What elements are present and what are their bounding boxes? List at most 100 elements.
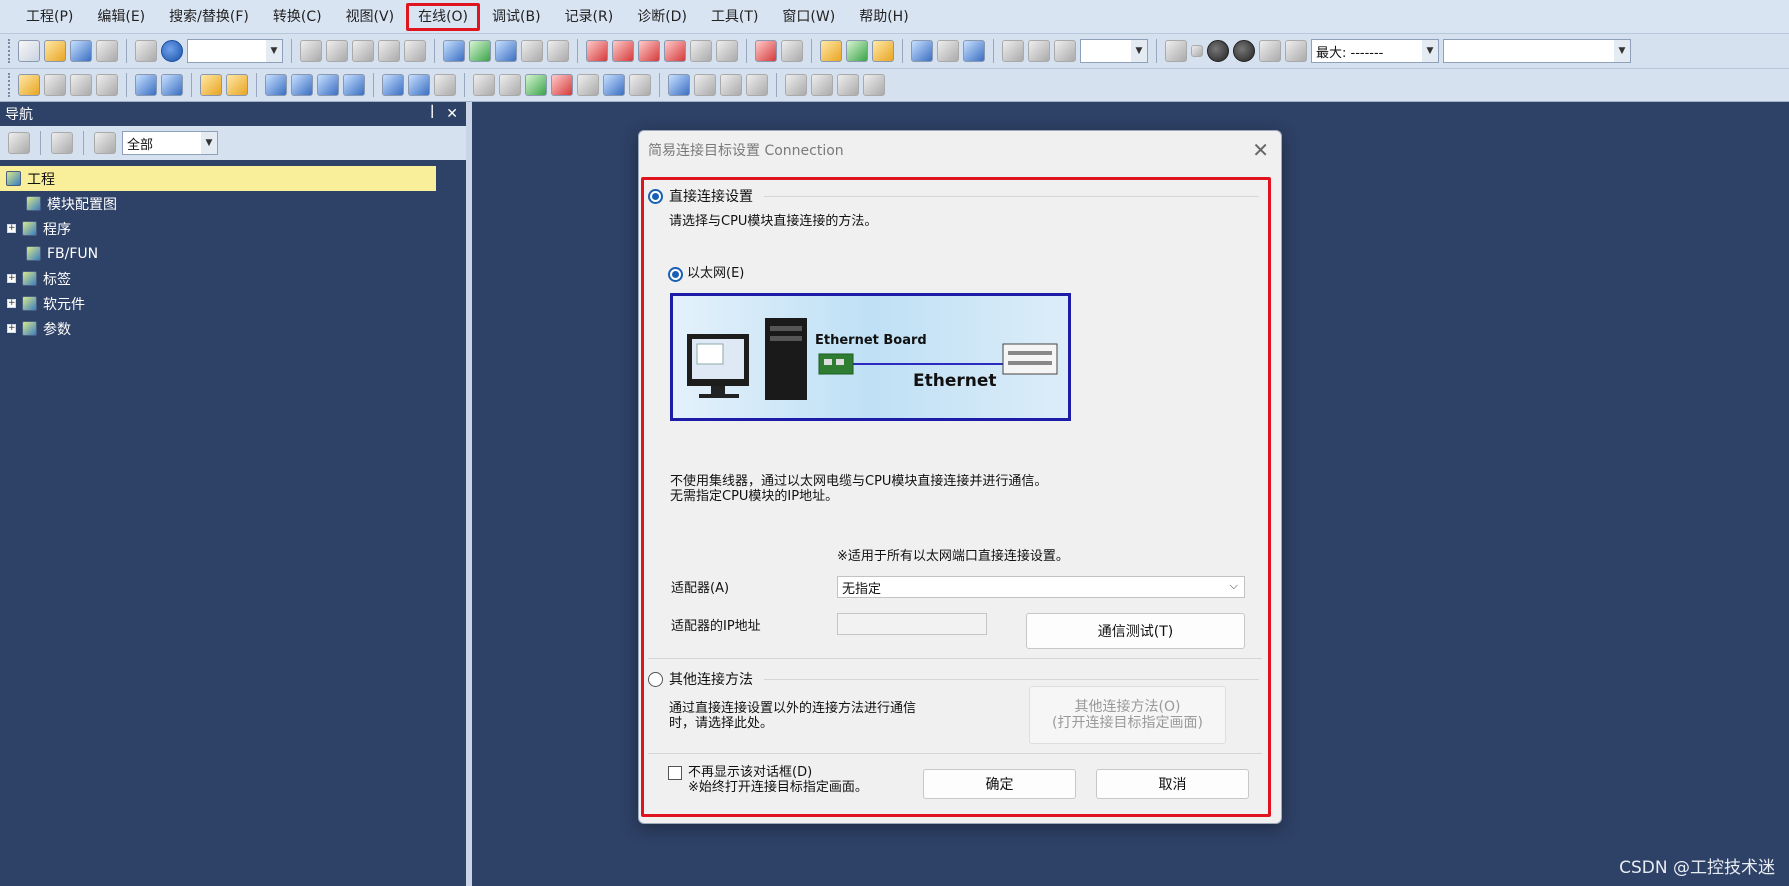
window-batch-icon[interactable] — [720, 74, 742, 96]
tree-item-project[interactable]: 工程 — [0, 166, 436, 191]
toolbar-grip[interactable] — [8, 39, 12, 63]
adapter-select[interactable]: 无指定 ⌵ — [837, 576, 1245, 598]
window-cascade-icon[interactable] — [937, 40, 959, 62]
chevron-down-icon[interactable]: ▼ — [1422, 40, 1438, 62]
read-from-plc-icon[interactable] — [612, 40, 634, 62]
stop-icon[interactable] — [1191, 45, 1203, 57]
check-mark-icon[interactable] — [525, 74, 547, 96]
tree-item-program[interactable]: + 程序 — [0, 216, 466, 241]
window-register-icon[interactable] — [746, 74, 768, 96]
write-to-plc-icon[interactable] — [586, 40, 608, 62]
expand-icon[interactable]: + — [7, 274, 16, 283]
tree-item-labels[interactable]: + 标签 — [0, 266, 466, 291]
project-tree-icon[interactable] — [18, 74, 40, 96]
document-icon[interactable] — [434, 74, 456, 96]
paste-format-icon[interactable] — [135, 40, 157, 62]
navigation-filter-combo[interactable]: 全部 ▼ — [122, 131, 218, 155]
tree-item-parameters[interactable]: + 参数 — [0, 316, 466, 341]
help-search-combo[interactable]: ▼ — [187, 39, 283, 63]
menu-edit[interactable]: 编辑(E) — [85, 3, 157, 31]
window-tile-icon[interactable] — [911, 40, 933, 62]
communication-test-button[interactable]: 通信测试(T) — [1026, 613, 1245, 649]
new-file-icon[interactable] — [18, 40, 40, 62]
chevron-down-icon[interactable]: ▼ — [266, 40, 282, 62]
expand-icon[interactable]: + — [7, 324, 16, 333]
note-icon[interactable] — [872, 40, 894, 62]
no-show-checkbox[interactable]: 不再显示该对话框(D) — [668, 765, 812, 781]
verify-icon[interactable] — [638, 40, 660, 62]
close-icon[interactable]: ✕ — [446, 106, 458, 122]
print-icon[interactable] — [96, 40, 118, 62]
step-run-icon[interactable] — [1259, 40, 1281, 62]
chevron-down-icon[interactable]: ⌵ — [1230, 579, 1238, 593]
expand-icon[interactable]: + — [7, 224, 16, 233]
help-icon[interactable] — [161, 40, 183, 62]
program-icon[interactable] — [44, 74, 66, 96]
close-icon[interactable]: ✕ — [1252, 138, 1269, 162]
monitor-stop-icon[interactable] — [716, 40, 738, 62]
menu-project[interactable]: 工程(P) — [14, 3, 85, 31]
gear-icon[interactable] — [94, 132, 116, 154]
max-scan-combo[interactable]: 最大: ------- ▼ — [1311, 39, 1439, 63]
save-icon[interactable] — [70, 40, 92, 62]
menu-tools[interactable]: 工具(T) — [699, 3, 770, 31]
parameter-edit-icon[interactable] — [473, 74, 495, 96]
dev-edit-icon[interactable] — [291, 74, 313, 96]
ok-button[interactable]: 确定 — [923, 769, 1076, 799]
cancel-button[interactable]: 取消 — [1096, 769, 1249, 799]
check-icon[interactable] — [1207, 40, 1229, 62]
dev-list-icon[interactable] — [317, 74, 339, 96]
other-connection-radio[interactable]: 其他连接方法 — [648, 669, 753, 689]
parameter-icon[interactable] — [70, 74, 92, 96]
scan-selector-combo[interactable]: ▼ — [1443, 39, 1631, 63]
adapter-ip-field[interactable] — [837, 613, 987, 635]
find-next-icon[interactable] — [469, 40, 491, 62]
online-icon[interactable] — [603, 74, 625, 96]
statement-icon[interactable] — [846, 40, 868, 62]
window-watch-icon[interactable] — [694, 74, 716, 96]
menu-find-replace[interactable]: 搜索/替换(F) — [157, 3, 261, 31]
layout-3-icon[interactable] — [837, 74, 859, 96]
remote-operation-icon[interactable] — [664, 40, 686, 62]
menu-online[interactable]: 在线(O) — [406, 2, 481, 31]
menu-window[interactable]: 窗口(W) — [770, 3, 847, 31]
replace-all-icon[interactable] — [547, 40, 569, 62]
expand-icon[interactable]: + — [7, 299, 16, 308]
cut-icon[interactable] — [300, 40, 322, 62]
window-monitor-icon[interactable] — [668, 74, 690, 96]
layout-2-icon[interactable] — [811, 74, 833, 96]
toolbar-grip[interactable] — [8, 73, 12, 97]
radio-icon[interactable] — [648, 671, 663, 687]
scan-time-icon[interactable] — [1285, 40, 1307, 62]
zoom-in-icon[interactable] — [1002, 40, 1024, 62]
checkbox-icon[interactable] — [668, 766, 682, 780]
sampling-trace-icon[interactable] — [1165, 40, 1187, 62]
search-device-icon[interactable] — [629, 74, 651, 96]
comment-icon[interactable] — [820, 40, 842, 62]
bug-icon[interactable] — [551, 74, 573, 96]
find-device-icon[interactable] — [226, 74, 248, 96]
binoculars-icon[interactable] — [200, 74, 222, 96]
tool-icon[interactable] — [577, 74, 599, 96]
dev-memory-icon[interactable] — [343, 74, 365, 96]
device-test-icon[interactable] — [755, 40, 777, 62]
menu-diagnostics[interactable]: 诊断(D) — [625, 3, 699, 31]
replace-icon[interactable] — [521, 40, 543, 62]
cross-reference-icon[interactable] — [495, 40, 517, 62]
radio-icon[interactable] — [648, 188, 663, 204]
zoom-out-icon[interactable] — [1028, 40, 1050, 62]
other-connection-button[interactable]: 其他连接方法(O) (打开连接目标指定画面) — [1029, 686, 1226, 744]
module-icon[interactable] — [96, 74, 118, 96]
direct-connection-radio[interactable]: 直接连接设置 — [648, 186, 753, 206]
tree-item-module-config[interactable]: 模块配置图 — [0, 191, 466, 216]
open-folder-icon[interactable] — [44, 40, 66, 62]
window-switch-icon[interactable] — [963, 40, 985, 62]
device-search-icon[interactable] — [443, 40, 465, 62]
menu-convert[interactable]: 转换(C) — [261, 3, 334, 31]
menu-help[interactable]: 帮助(H) — [847, 3, 920, 31]
zoom-combo[interactable]: ▼ — [1080, 39, 1148, 63]
menu-debug[interactable]: 调试(B) — [480, 3, 553, 31]
chevron-down-icon[interactable]: ▼ — [1614, 40, 1630, 62]
layout-1-icon[interactable] — [785, 74, 807, 96]
chevron-down-icon[interactable]: ▼ — [1131, 40, 1147, 62]
